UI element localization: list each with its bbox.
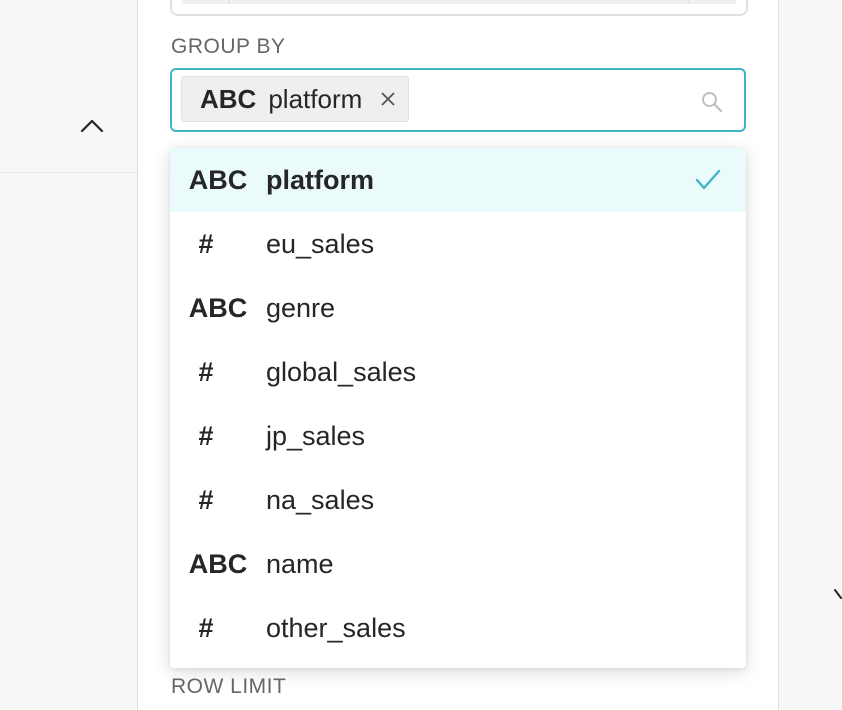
option-platform[interactable]: ABC platform: [170, 148, 746, 212]
option-label: jp_sales: [266, 420, 366, 451]
option-label: genre: [266, 292, 336, 323]
option-type-label: #: [198, 228, 214, 259]
option-genre[interactable]: ABC genre: [170, 276, 746, 340]
option-name[interactable]: ABC name: [170, 532, 746, 596]
option-label: eu_sales: [266, 228, 375, 259]
previous-select-field[interactable]: [170, 0, 748, 16]
option-label: platform: [266, 164, 374, 195]
group-by-dropdown: ABC platform # eu_sales ABC genre # glob…: [170, 148, 746, 668]
row-limit-label: ROW LIMIT: [171, 675, 287, 698]
previous-select-value: [182, 0, 736, 4]
selected-tag-platform[interactable]: ABC platform: [181, 76, 410, 122]
option-jp-sales[interactable]: # jp_sales: [170, 404, 746, 468]
search-icon: [700, 90, 724, 114]
option-type-label: #: [198, 420, 214, 451]
option-type-label: ABC: [188, 292, 248, 323]
option-type-label: ABC: [188, 164, 248, 195]
field-segment-divider: [228, 0, 230, 4]
tag-value: platform: [268, 83, 363, 114]
option-type-label: ABC: [188, 548, 248, 579]
option-na-sales[interactable]: # na_sales: [170, 468, 746, 532]
tag-type-label: ABC: [200, 83, 257, 114]
left-pane: [0, 0, 138, 710]
chevron-down-icon[interactable]: [834, 588, 842, 602]
option-label: na_sales: [266, 484, 375, 515]
chevron-up-icon[interactable]: [78, 112, 106, 140]
option-type-label: #: [198, 356, 214, 387]
close-icon[interactable]: [380, 91, 396, 107]
option-eu-sales[interactable]: # eu_sales: [170, 212, 746, 276]
option-global-sales[interactable]: # global_sales: [170, 340, 746, 404]
field-segment-divider: [688, 0, 690, 4]
option-type-label: #: [198, 612, 214, 643]
check-icon: [694, 166, 722, 194]
group-by-label: GROUP BY: [171, 35, 286, 58]
left-divider: [0, 172, 137, 173]
option-label: name: [266, 548, 334, 579]
option-type-label: #: [198, 484, 214, 515]
option-label: other_sales: [266, 612, 406, 643]
group-by-select[interactable]: ABC platform: [170, 68, 746, 132]
option-label: global_sales: [266, 356, 417, 387]
option-other-sales[interactable]: # other_sales: [170, 596, 746, 660]
